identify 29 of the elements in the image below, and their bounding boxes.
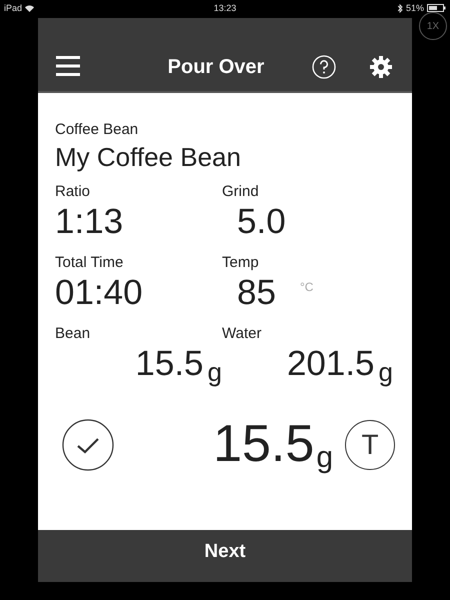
field-value[interactable]: 85 $^{°C}$ <box>222 273 393 313</box>
menu-icon[interactable] <box>56 56 80 76</box>
field-value[interactable]: 201.5$_{g}$ <box>222 344 393 392</box>
check-icon[interactable] <box>62 418 114 470</box>
device-name: iPad <box>4 3 22 13</box>
field-label: Total Time <box>55 254 124 271</box>
field-label: Bean <box>55 325 92 342</box>
help-icon[interactable] <box>312 55 336 79</box>
field-label: Water <box>222 325 262 342</box>
scale-reading: 15.5$_{g}$ <box>212 414 333 475</box>
next-button[interactable]: Next <box>38 530 412 582</box>
settings-icon[interactable] <box>370 56 392 78</box>
field-value[interactable]: 15.5$_{g}$ <box>55 344 222 392</box>
field-label: Temp <box>222 254 260 271</box>
battery-icon <box>427 4 446 12</box>
zoom-button[interactable]: 1X <box>419 12 447 40</box>
bluetooth-icon <box>398 4 403 12</box>
field-value[interactable]: 1:13 <box>55 202 222 242</box>
field-label: Ratio <box>55 183 92 200</box>
field-value[interactable]: 01:40 <box>55 273 222 313</box>
clock-time: 13:23 <box>214 3 236 13</box>
tare-button[interactable]: T <box>345 420 395 470</box>
battery-percent: 51% <box>406 3 424 13</box>
bean-name[interactable]: My Coffee Bean <box>55 142 395 173</box>
field-value[interactable]: 5.0 <box>222 202 393 242</box>
screen-title: Pour Over <box>166 56 266 79</box>
field-label: Grind <box>222 183 260 200</box>
wifi-icon <box>25 4 34 12</box>
field-label: Coffee Bean <box>55 121 140 138</box>
